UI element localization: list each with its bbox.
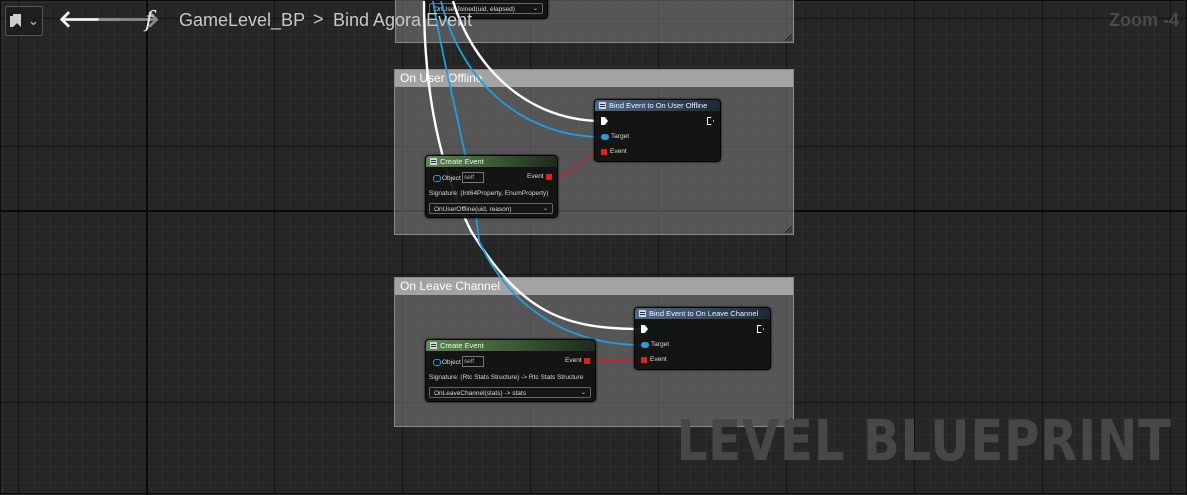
node-title: Bind Event to On User Offline <box>609 101 708 110</box>
node-title: Create Event <box>440 157 484 166</box>
event-pin-label: Event <box>527 173 544 180</box>
bookmark-icon <box>13 14 21 27</box>
event-pin[interactable] <box>641 357 647 363</box>
target-pin-label: Target <box>611 133 630 140</box>
function-icon <box>430 158 437 165</box>
object-value-field[interactable]: self <box>462 356 484 367</box>
node-header[interactable]: Create Event <box>426 156 557 167</box>
function-icon: f <box>145 8 154 33</box>
create-event-node-leave-channel[interactable]: Create Event Object self Event Signature… <box>425 339 596 402</box>
graph-toolbar: ⌄ 🡐 🡒 f GameLevel_BP > Bind Agora Event <box>0 0 700 42</box>
breadcrumb-root[interactable]: GameLevel_BP <box>179 10 305 31</box>
event-function-dropdown[interactable]: OnUserOffline(uid, reason) ⌄ <box>429 203 553 214</box>
function-icon <box>430 342 437 349</box>
node-title: Bind Event to On Leave Channel <box>649 309 759 318</box>
create-event-node-user-offline[interactable]: Create Event Object self Event Signature… <box>425 155 558 218</box>
exec-out-pin[interactable] <box>757 325 764 333</box>
dropdown-value: OnLeaveChannel(stats) -> stats <box>434 390 526 397</box>
bookmark-button[interactable]: ⌄ <box>5 6 43 36</box>
bind-event-node-leave-channel[interactable]: Bind Event to On Leave Channel Target Ev… <box>634 307 771 370</box>
event-function-dropdown[interactable]: OnLeaveChannel(stats) -> stats ⌄ <box>429 387 591 398</box>
node-header[interactable]: Bind Event to On User Offline <box>595 100 720 111</box>
object-pin-label: Object <box>442 175 461 182</box>
event-pin-label: Event <box>650 356 667 363</box>
exec-in-pin[interactable] <box>601 117 608 125</box>
chevron-down-icon: ⌄ <box>542 206 548 212</box>
breadcrumb-separator: > <box>313 9 324 29</box>
event-output-pin[interactable] <box>546 174 552 180</box>
chevron-down-icon: ⌄ <box>28 13 39 28</box>
bind-event-node-user-offline[interactable]: Bind Event to On User Offline Target Eve… <box>594 99 721 162</box>
zoom-level-label: Zoom -4 <box>1109 10 1179 30</box>
dropdown-value: OnUserOffline(uid, reason) <box>434 206 512 213</box>
signature-text: Signature: (Rtc Stats Structure) -> Rtc … <box>429 374 584 381</box>
target-pin-label: Target <box>651 341 670 348</box>
event-pin[interactable] <box>601 149 607 155</box>
node-header[interactable]: Create Event <box>426 340 595 351</box>
event-pin-label: Event <box>565 357 582 364</box>
blueprint-graph-canvas[interactable]: OnUserJoined(uid, elapsed) ⌄ On User Off… <box>0 0 1187 495</box>
object-pin[interactable] <box>433 175 441 182</box>
bookmark-icon <box>10 16 13 27</box>
level-blueprint-watermark: LEVEL BLUEPRINT <box>676 409 1172 474</box>
object-value-field[interactable]: self <box>462 172 484 183</box>
node-title: Create Event <box>440 341 484 350</box>
object-pin[interactable] <box>433 359 441 366</box>
chevron-down-icon: ⌄ <box>580 390 586 396</box>
target-pin[interactable] <box>641 342 649 348</box>
node-header[interactable]: Bind Event to On Leave Channel <box>635 308 770 319</box>
function-icon <box>639 310 646 317</box>
exec-in-pin[interactable] <box>641 325 648 333</box>
breadcrumb-current[interactable]: Bind Agora Event <box>333 10 472 31</box>
event-output-pin[interactable] <box>584 358 590 364</box>
event-pin-label: Event <box>610 148 627 155</box>
function-icon <box>599 102 606 109</box>
object-pin-label: Object <box>442 359 461 366</box>
exec-out-pin[interactable] <box>707 117 714 125</box>
signature-text: Signature: (Int64Property, EnumProperty) <box>429 190 549 197</box>
target-pin[interactable] <box>601 134 609 140</box>
